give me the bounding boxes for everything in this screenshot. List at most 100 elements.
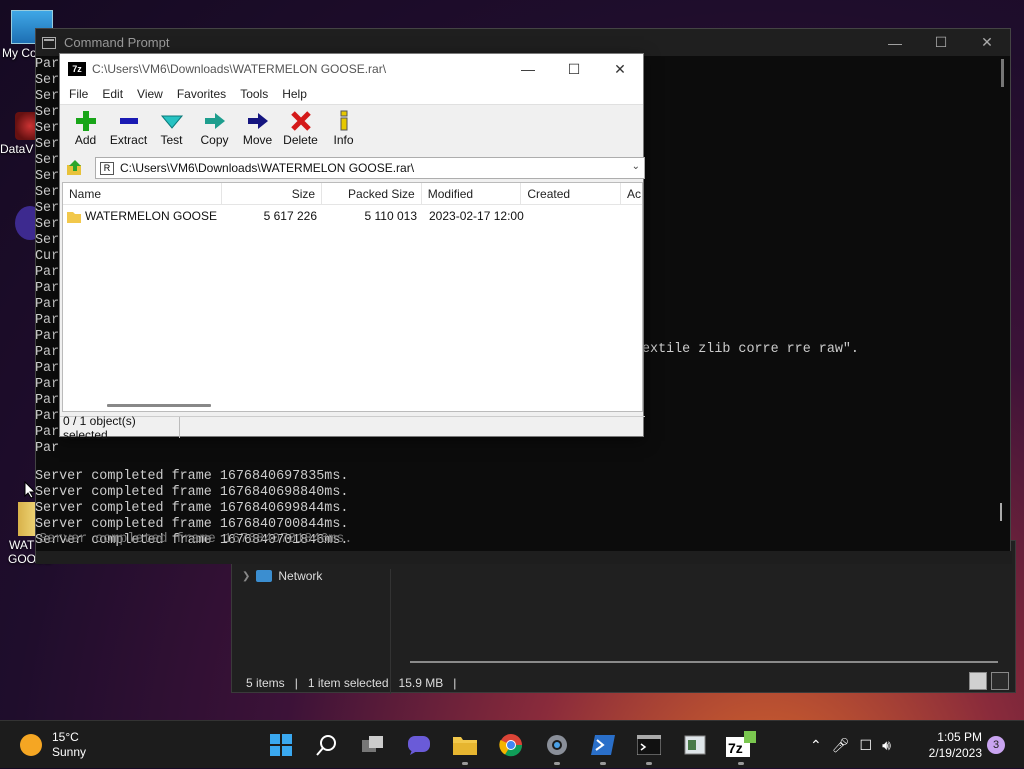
maximize-button[interactable]: ☐	[918, 29, 964, 56]
task-view-button[interactable]	[350, 721, 396, 769]
cmd-titlebar[interactable]: Command Prompt — ☐ ✕	[36, 29, 1010, 56]
column-header-modified[interactable]: Modified	[422, 183, 522, 204]
weather-temp: 15°C	[52, 730, 79, 744]
minimize-button[interactable]: —	[872, 29, 918, 56]
network-icon	[256, 570, 273, 582]
7zip-status-bar: 0 / 1 object(s) selected	[60, 414, 645, 442]
volume-icon[interactable]: 🔊︎	[882, 737, 891, 754]
taskbar-clock[interactable]: 1:05 PM 2/19/2023	[922, 729, 982, 761]
vertical-scrollbar[interactable]	[1001, 59, 1004, 87]
start-button[interactable]	[258, 721, 304, 769]
console-line-prefix: Ser	[35, 217, 60, 232]
column-header-name[interactable]: Name	[63, 183, 223, 204]
menu-edit[interactable]: Edit	[95, 84, 130, 104]
menu-help[interactable]: Help	[275, 84, 314, 104]
terminal-icon	[637, 735, 661, 755]
taskbar-apps: 7z	[258, 721, 764, 769]
chat-button[interactable]	[396, 721, 442, 769]
details-view-button[interactable]	[969, 672, 987, 690]
info-button[interactable]: Info	[322, 105, 365, 154]
console-line-prefix: Ser	[35, 105, 60, 120]
taskbar: 15°C Sunny 7z ⌃ 🎤︎ ☐ 🔊︎ 1:05 PM 2/19/202…	[0, 720, 1024, 768]
column-header-created[interactable]: Created	[521, 183, 622, 204]
delete-button[interactable]: Delete	[279, 105, 322, 154]
chevron-right-icon[interactable]: ❯	[242, 571, 250, 582]
info-label: Info	[333, 133, 354, 147]
console-line-prefix: Par	[35, 281, 60, 296]
toolbar: Add Extract Test Copy Move Delete Info	[60, 104, 643, 154]
weather-widget[interactable]: 15°C Sunny	[20, 730, 86, 760]
7zip-icon: 7z	[726, 731, 756, 757]
horizontal-scrollbar[interactable]	[410, 661, 998, 663]
file-name: WATERMELON GOOSE	[84, 209, 217, 223]
search-button[interactable]	[304, 721, 350, 769]
notification-badge[interactable]: 3	[987, 736, 1005, 754]
cell-name: WATERMELON GOOSE	[63, 209, 223, 223]
7zip-window[interactable]: 7z C:\Users\VM6\Downloads\WATERMELON GOO…	[59, 53, 645, 442]
x-icon	[290, 109, 312, 133]
chevron-down-icon[interactable]: ⌄	[632, 161, 640, 172]
menu-view[interactable]: View	[130, 84, 170, 104]
powershell-taskbar-button[interactable]	[580, 721, 626, 769]
column-header-accessed[interactable]: Ac	[621, 183, 642, 204]
console-line-prefix: Par	[35, 265, 60, 280]
move-button[interactable]: Move	[236, 105, 279, 154]
clock-time: 1:05 PM	[937, 730, 982, 744]
column-header-size[interactable]: Size	[222, 183, 323, 204]
nav-item-network[interactable]: ❯ Network	[242, 569, 322, 583]
copy-label: Copy	[200, 133, 229, 147]
close-button[interactable]: ✕	[964, 29, 1010, 56]
menu-favorites[interactable]: Favorites	[170, 84, 233, 104]
chrome-taskbar-button[interactable]	[488, 721, 534, 769]
cmd-app-icon	[42, 36, 56, 49]
window-controls: — ☐ ✕	[872, 29, 1010, 56]
file-list[interactable]: Name Size Packed Size Modified Created A…	[62, 182, 643, 412]
console-line-prefix: Ser	[35, 73, 60, 88]
selection-status: 0 / 1 object(s) selected	[60, 414, 180, 442]
file-explorer-taskbar-button[interactable]	[442, 721, 488, 769]
menu-tools[interactable]: Tools	[233, 84, 275, 104]
rar-archive-icon: R	[100, 161, 114, 175]
cell-packed-size: 5 110 013	[364, 209, 418, 223]
tiles-view-button[interactable]	[991, 672, 1009, 690]
add-button[interactable]: Add	[64, 105, 107, 154]
search-icon	[316, 735, 336, 756]
cmd-title: Command Prompt	[64, 35, 170, 50]
cell-size: 5 617 226	[263, 209, 317, 223]
move-label: Move	[242, 133, 273, 147]
address-field[interactable]: R C:\Users\VM6\Downloads\WATERMELON GOOS…	[95, 157, 645, 179]
test-button[interactable]: Test	[150, 105, 193, 154]
chevron-up-icon[interactable]: ⌃	[810, 737, 822, 754]
7zip-logo-icon: 7z	[68, 62, 86, 76]
column-header-packed-size[interactable]: Packed Size	[322, 183, 422, 204]
notepad-taskbar-button[interactable]	[672, 721, 718, 769]
selected-count: 1 item selected	[307, 676, 389, 690]
network-status-icon[interactable]: ☐	[860, 737, 873, 754]
extract-button[interactable]: Extract	[107, 105, 150, 154]
copy-button[interactable]: Copy	[193, 105, 236, 154]
task-view-icon	[362, 736, 383, 752]
table-row[interactable]: WATERMELON GOOSE 5 617 226 5 110 013 202…	[63, 205, 642, 227]
console-line-prefix: Par	[35, 441, 60, 456]
maximize-button[interactable]: ☐	[551, 54, 597, 84]
microphone-icon[interactable]: 🎤︎	[832, 737, 850, 754]
7zip-titlebar[interactable]: 7z C:\Users\VM6\Downloads\WATERMELON GOO…	[60, 54, 643, 84]
console-line: Server completed frame 1676840697835ms.	[35, 469, 349, 484]
console-line-prefix: Par	[35, 425, 60, 440]
console-line-prefix: Par	[35, 361, 60, 376]
horizontal-scrollbar[interactable]	[107, 404, 211, 407]
minus-icon	[118, 109, 140, 133]
explorer-status-bar: 5 items | 1 item selected 15.9 MB |	[246, 676, 456, 690]
address-value: C:\Users\VM6\Downloads\WATERMELON GOOSE.…	[120, 161, 415, 175]
up-folder-button[interactable]	[63, 157, 87, 179]
console-line-prefix: Ser	[35, 89, 60, 104]
settings-taskbar-button[interactable]	[534, 721, 580, 769]
scroll-thumb[interactable]	[1000, 503, 1002, 521]
close-button[interactable]: ✕	[597, 54, 643, 84]
7zip-taskbar-button[interactable]: 7z	[718, 721, 764, 769]
minimize-button[interactable]: —	[505, 54, 551, 84]
notepad-icon	[684, 735, 706, 755]
terminal-taskbar-button[interactable]	[626, 721, 672, 769]
console-line-prefix: Ser	[35, 153, 60, 168]
menu-file[interactable]: File	[62, 84, 95, 104]
